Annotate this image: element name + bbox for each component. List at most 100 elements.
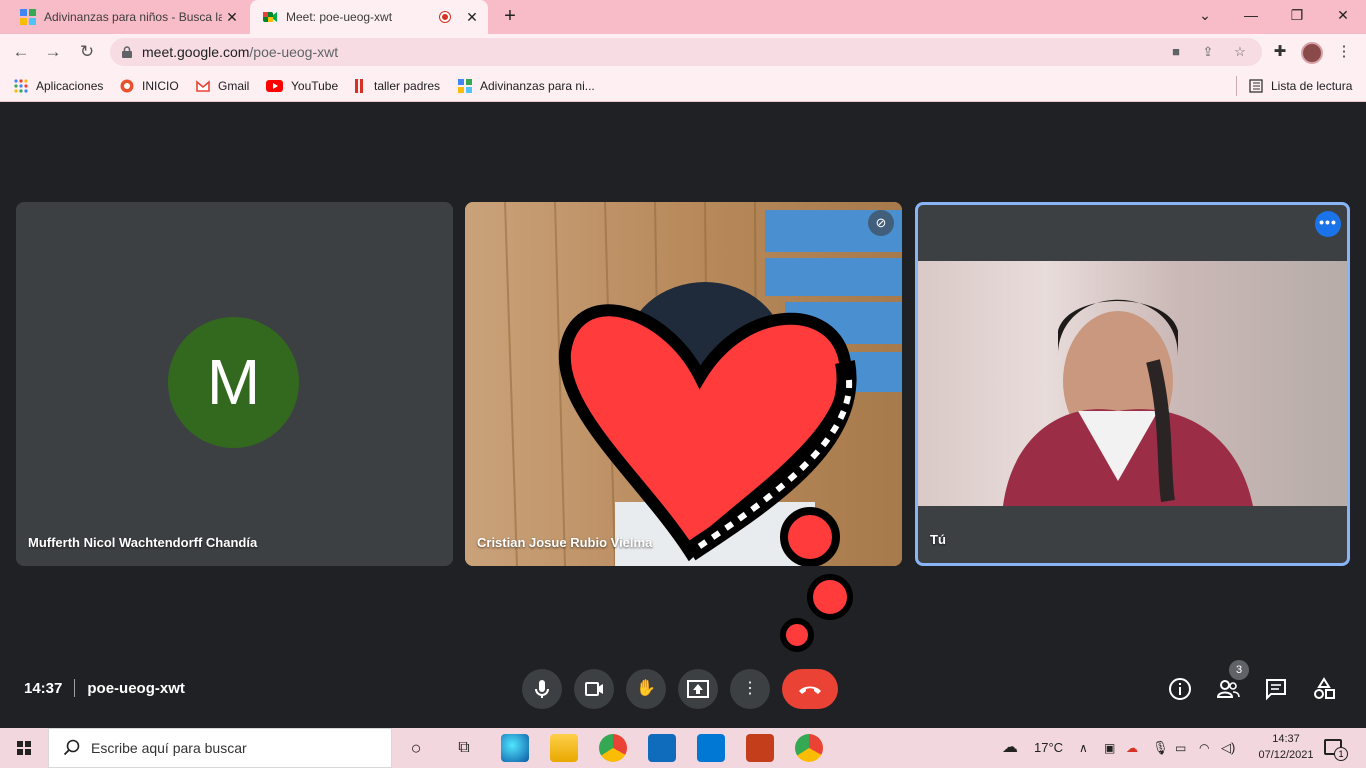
file-explorer-icon[interactable] [550, 734, 578, 762]
bookmark-label: INICIO [142, 79, 179, 93]
profile-avatar[interactable] [1301, 42, 1323, 64]
meeting-info: 14:37 poe-ueog-xwt [24, 679, 185, 697]
battery-icon[interactable]: ▭ [1175, 728, 1186, 768]
start-button[interactable] [0, 728, 48, 768]
more-options-icon[interactable]: ••• [1315, 211, 1341, 237]
bookmark-label: YouTube [291, 79, 339, 93]
microphone-tray-icon[interactable]: 🎙 [1152, 728, 1169, 768]
url-text: meet.google.com/poe-ueog-xwt [142, 44, 338, 60]
videocam-icon [585, 682, 603, 696]
microphone-icon [535, 680, 549, 698]
search-placeholder: Escribe aquí para buscar [91, 740, 247, 756]
address-bar[interactable]: meet.google.com/poe-ueog-xwt ■ ⇪ ☆ [110, 38, 1262, 66]
close-tab-icon[interactable]: ✕ [462, 9, 482, 26]
restore-icon[interactable]: ❐ [1274, 0, 1320, 30]
close-tab-icon[interactable]: ✕ [222, 9, 242, 26]
raise-hand-button[interactable]: ✋ [626, 669, 666, 709]
windows-logo-icon [17, 741, 31, 755]
clock-date: 07/12/2021 [1258, 749, 1314, 761]
bookmarks-bar: Aplicaciones INICIO Gmail YouTube taller… [0, 70, 1366, 102]
bookmark-inicio[interactable]: INICIO [120, 77, 179, 95]
store-icon[interactable] [648, 734, 676, 762]
reload-icon[interactable]: ↻ [76, 41, 98, 63]
reading-list-button[interactable]: Lista de lectura [1249, 77, 1352, 95]
call-end-icon [799, 686, 821, 694]
share-icon[interactable]: ⇪ [1200, 44, 1216, 60]
recording-indicator-icon [440, 12, 450, 22]
browser-toolbar: ← → ↻ meet.google.com/poe-ueog-xwt ■ ⇪ ☆… [0, 34, 1366, 70]
inicio-icon [120, 79, 134, 93]
grid-favicon-icon [20, 9, 36, 25]
tab-strip: Adivinanzas para niños - Busca la ✕ Meet… [0, 0, 1366, 34]
weather-temp[interactable]: 17°C [1034, 728, 1063, 768]
extensions-icon[interactable]: ✚ [1270, 42, 1290, 62]
weather-icon[interactable]: ☁ [1002, 728, 1026, 768]
leave-call-button[interactable] [782, 669, 838, 709]
chrome-active-icon[interactable] [795, 734, 823, 762]
reading-list-icon [1249, 79, 1263, 93]
microphone-button[interactable] [522, 669, 562, 709]
menu-icon[interactable]: ⋮ [1334, 42, 1354, 62]
meeting-time: 14:37 [24, 679, 63, 697]
camera-icon[interactable]: ■ [1168, 44, 1184, 60]
bookmark-label: taller padres [374, 79, 441, 93]
show-hidden-icons[interactable]: ∧ [1079, 728, 1088, 768]
bookmark-label: Aplicaciones [36, 79, 104, 93]
tab-search-icon[interactable]: ⌄ [1182, 0, 1228, 30]
mail-icon[interactable] [697, 734, 725, 762]
mic-off-icon: ⊘ [868, 210, 894, 236]
participant-tile[interactable]: ⊘ Cristian Josue Rubio Vielma [465, 202, 902, 566]
edge-icon[interactable] [501, 734, 529, 762]
participant-avatar: M [168, 317, 299, 448]
tab-adivinanzas[interactable]: Adivinanzas para niños - Busca la ✕ [8, 0, 248, 34]
bookmark-divider [1236, 76, 1237, 96]
divider [74, 679, 76, 697]
bookmark-gmail[interactable]: Gmail [196, 77, 249, 95]
back-icon[interactable]: ← [10, 41, 32, 63]
bookmark-youtube[interactable]: YouTube [266, 77, 338, 95]
gmail-icon [196, 79, 210, 93]
task-view-icon[interactable]: ⧉ [452, 728, 476, 768]
bookmark-aplicaciones[interactable]: Aplicaciones [14, 77, 103, 95]
close-window-icon[interactable]: ✕ [1320, 0, 1366, 30]
bookmark-label: Adivinanzas para ni... [480, 79, 595, 93]
cortana-icon[interactable]: ○ [404, 728, 428, 768]
new-tab-button[interactable]: + [498, 5, 522, 29]
self-video [918, 261, 1347, 506]
bookmark-adivinanzas[interactable]: Adivinanzas para ni... [458, 77, 595, 95]
powerpoint-icon[interactable] [746, 734, 774, 762]
meet-stage: M Mufferth Nicol Wachtendorff Chandía ⊘ … [0, 103, 1366, 728]
more-options-button[interactable]: ⋮ [730, 669, 770, 709]
participant-name: Mufferth Nicol Wachtendorff Chandía [28, 535, 258, 550]
participant-video [465, 202, 902, 566]
participant-tile[interactable]: M Mufferth Nicol Wachtendorff Chandía [16, 202, 453, 566]
onedrive-icon[interactable]: ☁ [1126, 728, 1138, 768]
notification-count: 1 [1334, 747, 1348, 761]
tab-meet[interactable]: Meet: poe-ueog-xwt ✕ [250, 0, 488, 34]
taskbar-clock[interactable]: 14:37 07/12/2021 [1256, 731, 1316, 763]
chat-icon[interactable] [1263, 676, 1289, 702]
windows-taskbar: Escribe aquí para buscar ○ ⧉ ☁ 17°C ∧ ▣ … [0, 728, 1366, 768]
present-button[interactable] [678, 669, 718, 709]
search-icon [63, 739, 81, 757]
wifi-icon[interactable]: ◠ [1199, 728, 1209, 768]
forward-icon[interactable]: → [42, 41, 64, 63]
volume-icon[interactable]: ◁) [1221, 728, 1235, 768]
apps-grid-icon [14, 79, 28, 93]
notifications-icon[interactable]: 1 [1324, 739, 1348, 761]
meeting-code: poe-ueog-xwt [87, 679, 185, 697]
taskbar-search[interactable]: Escribe aquí para buscar [48, 728, 392, 768]
bookmark-star-icon[interactable]: ☆ [1232, 44, 1248, 60]
meet-indicator-icon[interactable]: ▣ [1104, 728, 1115, 768]
self-tile[interactable]: ••• Tú [915, 202, 1350, 566]
camera-button[interactable] [574, 669, 614, 709]
minimize-icon[interactable]: — [1228, 0, 1274, 30]
meeting-details-icon[interactable] [1167, 676, 1193, 702]
chrome-icon[interactable] [599, 734, 627, 762]
lock-icon [122, 45, 132, 58]
reading-list-label: Lista de lectura [1271, 79, 1353, 93]
activities-icon[interactable] [1311, 676, 1337, 702]
present-screen-icon [687, 680, 709, 698]
clock-time: 14:37 [1272, 733, 1300, 745]
bookmark-taller-padres[interactable]: taller padres [352, 77, 440, 95]
